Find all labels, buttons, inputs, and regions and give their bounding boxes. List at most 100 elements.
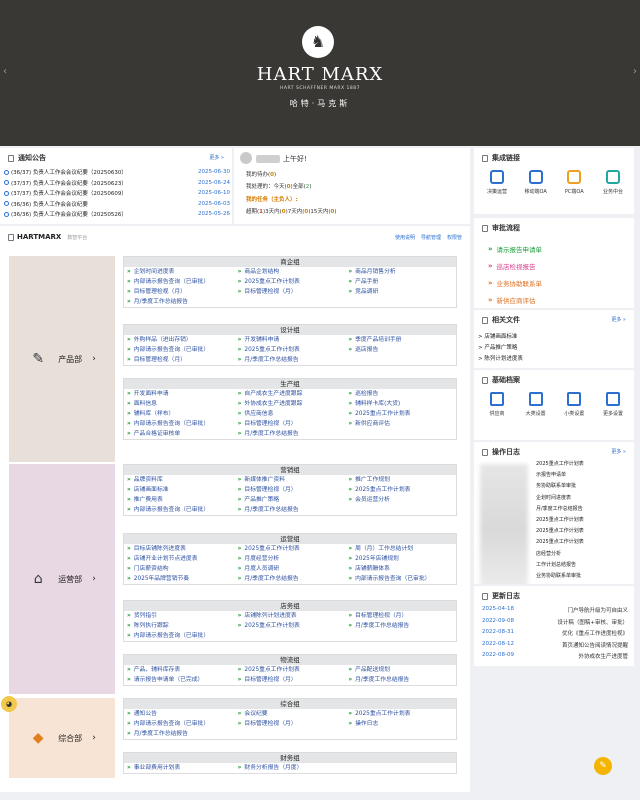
nav-link[interactable]: 竞品调研 [345,287,456,297]
nav-link[interactable]: 月/季度工作总结报告 [235,505,346,515]
nav-link[interactable]: 2025重点工作计划表 [235,665,346,675]
nav-link[interactable]: 月度人员调研 [235,564,346,574]
nav-link[interactable]: 2025重点工作计划表 [345,485,456,495]
notice-row[interactable]: (36/36) 负责人工作会会议纪要（20250526） 2025-05-26 [4,209,230,219]
dept-2[interactable]: ◆ 综合部 › [9,698,115,778]
system-link[interactable]: 导航管理 [421,234,441,241]
approval-item[interactable]: » 巡店检视报告 [488,261,536,271]
nav-link[interactable]: 请示报告申请单（已完成） [124,675,235,685]
nav-link[interactable]: 月/季度工作总结报告 [235,574,346,584]
nav-link[interactable]: 季度产品培训手册 [345,335,456,345]
nav-link[interactable]: 内部请示报告查询（已审批） [124,277,235,287]
nav-link[interactable]: 内部请示报告查询（已审批） [345,574,456,584]
dept-0[interactable]: ✎ 产品部 › [9,256,115,462]
approval-item[interactable]: » 业务协助联系单 [488,278,542,288]
nav-link[interactable]: 商品企划结构 [235,267,346,277]
nav-link[interactable]: 产品手册 [345,277,456,287]
nav-link[interactable]: 产品推广策略 [235,495,346,505]
approval-item[interactable]: » 请示报告申请单 [488,244,542,254]
nav-link[interactable]: 供应商信息 [235,409,346,419]
basic-2[interactable]: 小类设置 [557,392,591,417]
nav-link[interactable]: 产品、辅料库存表 [124,665,235,675]
file-item[interactable]: > 店铺画面标准 [478,332,517,340]
file-item[interactable]: > 产品推广策略 [478,343,517,351]
nav-link[interactable]: 辅料库（样布） [124,409,235,419]
nav-link[interactable]: 2025重点工作计划表 [235,345,346,355]
mascot-icon[interactable]: ◕ [1,696,17,712]
integration-0[interactable]: 决策运营 [480,170,514,195]
nav-link[interactable]: 目标管理检视（月） [235,419,346,429]
nav-link[interactable]: 辅料样卡库(大货) [345,399,456,409]
nav-link[interactable]: 新媒体推广资料 [235,475,346,485]
nav-link[interactable]: 开发面料申请 [124,389,235,399]
nav-link[interactable]: 事业部费用计划表 [124,763,235,773]
oplog-more-link[interactable]: 更多 » [611,448,626,455]
notice-row[interactable]: (36/37) 负责人工作会会议纪要（20250630） 2025-06-30 [4,167,230,177]
nav-link[interactable]: 目标管理检视（月） [235,287,346,297]
nav-link[interactable]: 产品配送规划 [345,665,456,675]
nav-link[interactable]: 目标店铺陈列进度表 [124,544,235,554]
integration-1[interactable]: 移动端OA [519,170,553,195]
nav-link[interactable]: 巡检报告 [345,389,456,399]
approval-item[interactable]: » 新供应商评估 [488,295,536,305]
feedback-fab-icon[interactable]: ✎ [594,757,612,775]
dept-1[interactable]: ⌂ 运营部 › [9,464,115,694]
nav-link[interactable]: 商品月销售分析 [345,267,456,277]
file-item[interactable]: > 陈列计划进度表 [478,354,523,362]
nav-link[interactable]: 操作日志 [345,719,456,729]
integration-2[interactable]: PC端OA [557,170,591,195]
nav-link[interactable]: 通知公告 [124,709,235,719]
system-link[interactable]: 使用说明 [395,234,415,241]
nav-link[interactable]: 新供应商评估 [345,419,456,429]
integration-3[interactable]: 业务中台 [596,170,630,195]
nav-link[interactable]: 内部请示报告查询（已审批） [124,719,235,729]
nav-link[interactable]: 陈列执行跟踪 [124,621,235,631]
nav-link[interactable]: 2025重点工作计划表 [235,621,346,631]
nav-link[interactable]: 面料信息 [124,399,235,409]
nav-link[interactable]: 内部请示报告查询（已审批） [124,505,235,515]
nav-link[interactable]: 店铺陈列计划进度表 [235,611,346,621]
nav-link[interactable]: 2025重点工作计划表 [235,544,346,554]
nav-link[interactable]: 店铺薪酬体系 [345,564,456,574]
nav-link[interactable]: 目标管理检视（月） [235,675,346,685]
nav-link[interactable]: 周（月）工作总结计划 [345,544,456,554]
handled-line[interactable]: 我处理的：今天(0)全部(2) [246,182,311,190]
nav-link[interactable]: 月/季度工作总结报告 [345,675,456,685]
nav-link[interactable]: 店铺画面标准 [124,485,235,495]
nav-link[interactable]: 开发辅料申请 [235,335,346,345]
nav-link[interactable]: 目标管理检视（月） [235,719,346,729]
nav-link[interactable]: 月/季度工作总结报告 [235,355,346,365]
nav-link[interactable]: 月/季度工作总结报告 [124,729,235,739]
nav-link[interactable]: 产品合格证审核单 [124,429,235,439]
nav-link[interactable]: 企划时间进度表 [124,267,235,277]
nav-link[interactable]: 2025年店铺规划 [345,554,456,564]
nav-link[interactable]: 店铺开业计划节点进度表 [124,554,235,564]
nav-link[interactable]: 内部请示报告查询（已审批） [124,419,235,429]
nav-link[interactable]: 推广费用表 [124,495,235,505]
nav-link[interactable]: 月度经营分析 [235,554,346,564]
nav-link[interactable]: 2025重点工作计划表 [235,277,346,287]
files-more-link[interactable]: 更多 » [611,316,626,323]
nav-link[interactable]: 外购样品（进出存销） [124,335,235,345]
nav-link[interactable]: 目标管理检视（月） [345,611,456,621]
nav-link[interactable]: 内部请示报告查询（已审批） [124,345,235,355]
system-link[interactable]: 权限管 [447,234,462,241]
nav-link[interactable]: 推广工作规划 [345,475,456,485]
nav-link[interactable]: 品牌资料库 [124,475,235,485]
nav-link[interactable]: 巡店报告 [345,345,456,355]
notice-row[interactable]: (37/37) 负责人工作会会议纪要（20250623） 2025-06-24 [4,178,230,188]
notice-row[interactable]: (36/36) 负责人工作会会议纪要 2025-06-03 [4,199,230,209]
nav-link[interactable]: 外协成衣生产进度跟踪 [235,399,346,409]
nav-link[interactable]: 货列指引 [124,611,235,621]
basic-3[interactable]: 更多设置 [596,392,630,417]
notice-more-link[interactable]: 更多 » [209,154,224,161]
nav-link[interactable]: 自产成衣生产进度跟踪 [235,389,346,399]
nav-link[interactable]: 2025重点工作计划表 [345,409,456,419]
todo-line[interactable]: 我的待办(0) [246,170,276,178]
deadline-line[interactable]: 超期(1)3天内(0)7天内(0)15天内(0) [246,207,337,215]
nav-link[interactable]: 会议纪要 [235,709,346,719]
nav-link[interactable]: 目标管理检视（月） [235,485,346,495]
nav-link[interactable]: 2025重点工作计划表 [345,709,456,719]
basic-0[interactable]: 供应商 [480,392,514,417]
nav-link[interactable]: 内部请示报告查询（已审批） [124,631,235,641]
